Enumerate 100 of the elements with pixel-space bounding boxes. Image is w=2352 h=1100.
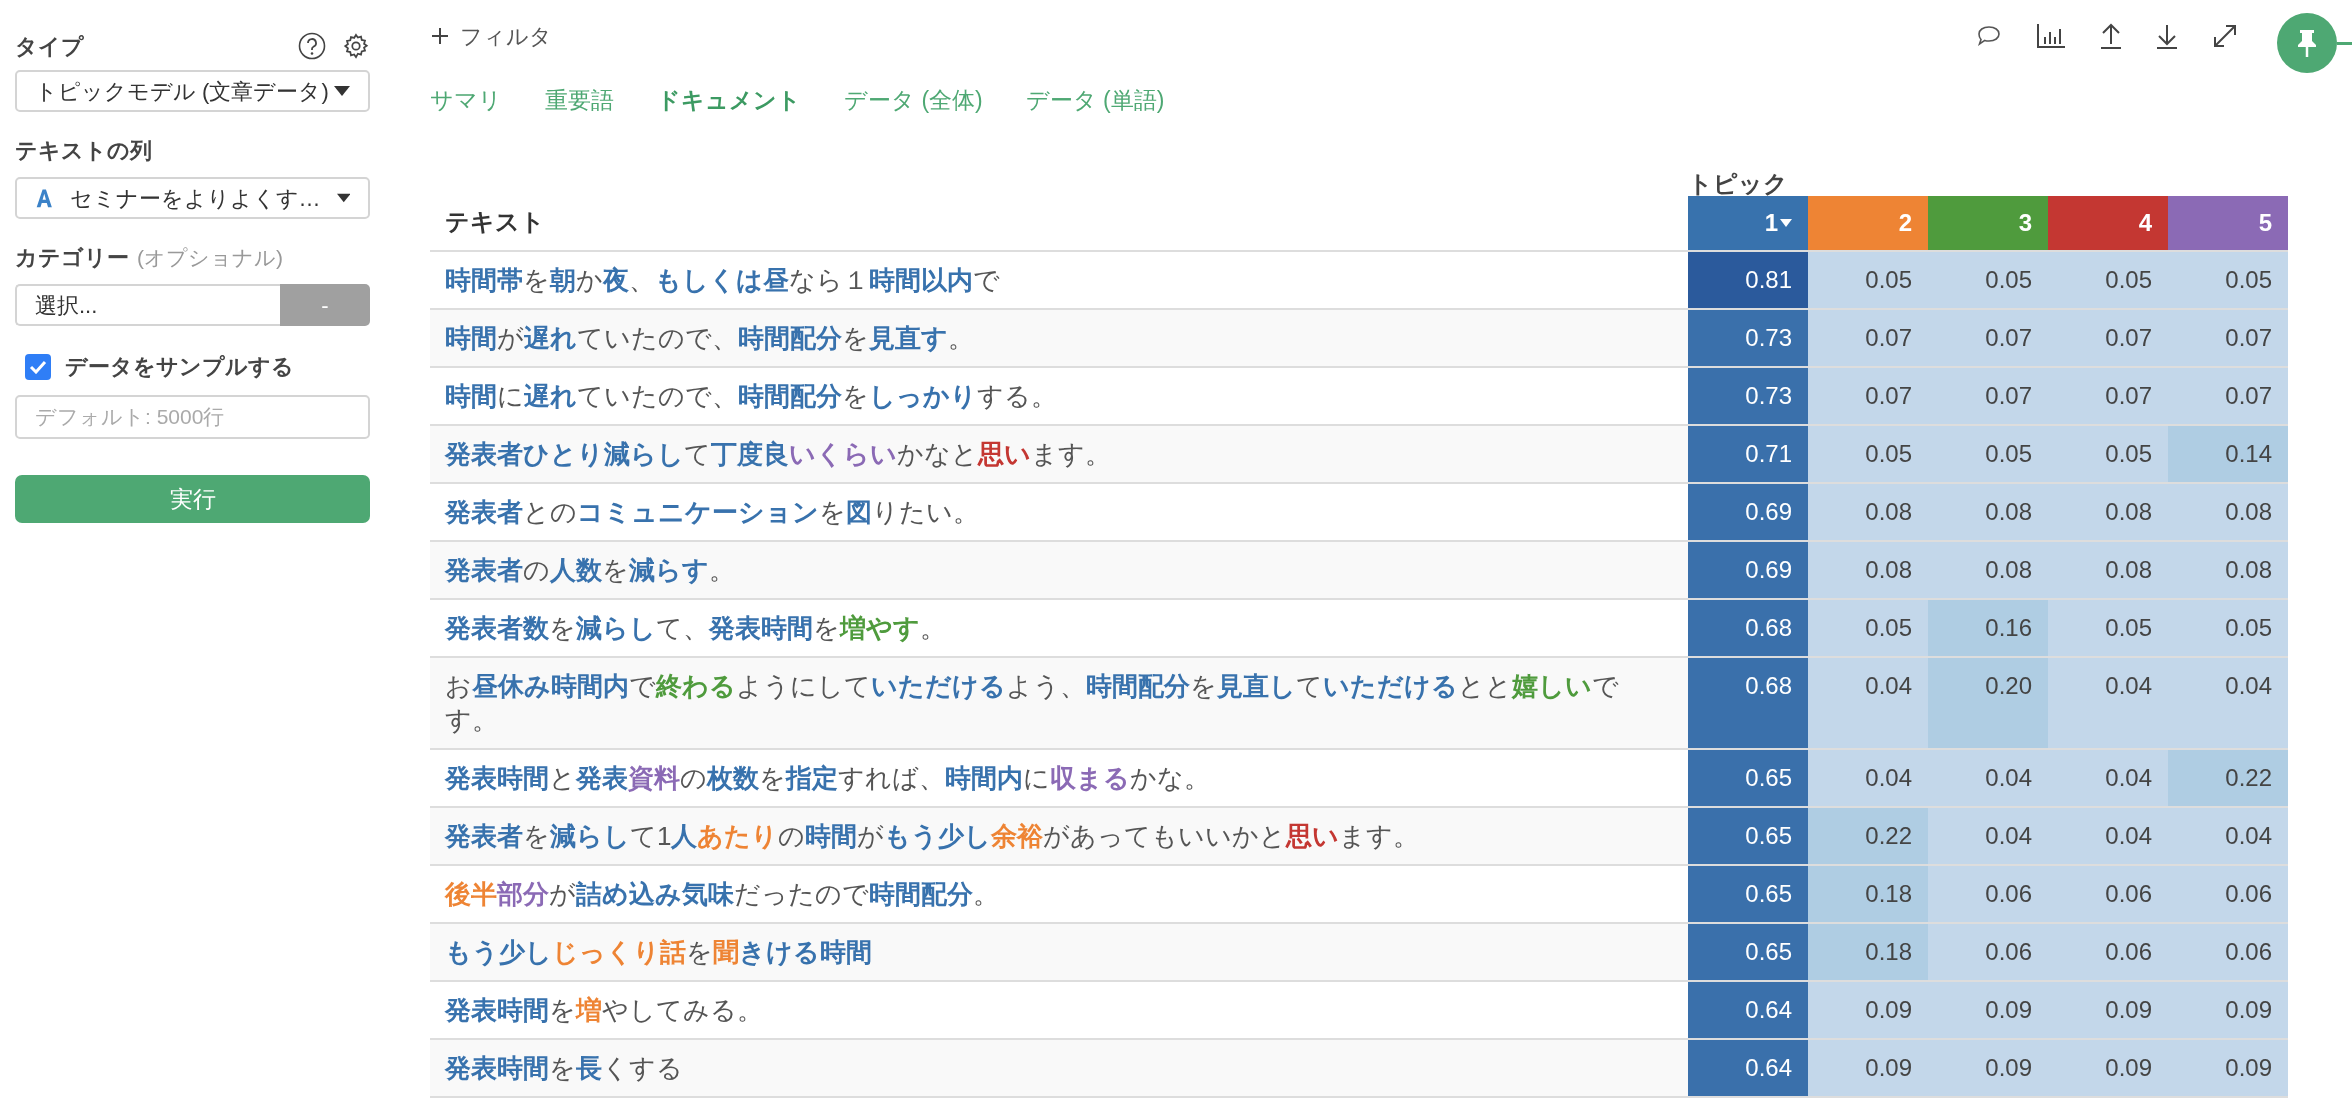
score-cell: 0.08	[1808, 484, 1928, 540]
clear-button[interactable]: -	[280, 284, 370, 326]
topic-column-header[interactable]: 2	[1808, 196, 1928, 250]
score-cell: 0.65	[1688, 808, 1808, 864]
column-header[interactable]: テキスト	[445, 204, 545, 240]
score-cell: 0.81	[1688, 252, 1808, 308]
type-select[interactable]: トピックモデル (文章データ)	[15, 70, 370, 112]
score-cell: 0.05	[1808, 426, 1928, 482]
topic-column-header[interactable]: 1	[1688, 196, 1808, 250]
document-text: 発表者の人数を減らす。	[445, 554, 736, 587]
help-icon[interactable]	[298, 32, 326, 60]
score-cell: 0.04	[2048, 750, 2168, 806]
score-cell: 0.18	[1808, 924, 1928, 980]
score-cell: 0.05	[1928, 252, 2048, 308]
score-cell: 0.71	[1688, 426, 1808, 482]
score-cell: 0.09	[2168, 982, 2288, 1038]
score-cell: 0.04	[2168, 808, 2288, 864]
score-cell: 0.08	[1808, 542, 1928, 598]
score-cell: 0.20	[1928, 658, 2048, 748]
upload-icon[interactable]	[2100, 23, 2122, 49]
score-cell: 0.04	[1808, 750, 1928, 806]
score-cell: 0.64	[1688, 982, 1808, 1038]
score-cell: 0.08	[2168, 484, 2288, 540]
settings-icon[interactable]	[342, 32, 370, 60]
score-cell: 0.65	[1688, 866, 1808, 922]
document-text: 発表時間を増やしてみる。	[445, 994, 764, 1027]
document-text: 発表時間と発表資料の枚数を指定すれば、時間内に収まるかな。	[445, 762, 1211, 795]
score-cell: 0.05	[2048, 600, 2168, 656]
score-cell: 0.68	[1688, 658, 1808, 748]
score-cell: 0.05	[2048, 252, 2168, 308]
score-cell: 0.04	[2048, 808, 2168, 864]
bar-chart-icon[interactable]	[2036, 23, 2066, 49]
pin-button[interactable]	[2277, 13, 2337, 73]
score-cell: 0.06	[2048, 924, 2168, 980]
score-cell: 0.06	[1928, 924, 2048, 980]
document-text: 発表者ひとり減らして丁度良いくらいかなと思い ます。	[445, 438, 1112, 471]
run-button[interactable]: 実行	[15, 475, 370, 523]
category-select[interactable]: 選択...	[15, 284, 280, 326]
topic-column-header[interactable]: 3	[1928, 196, 2048, 250]
type-label: タイプ	[15, 32, 84, 61]
score-cell: 0.09	[1808, 1040, 1928, 1096]
caret-icon	[336, 193, 350, 203]
score-cell: 0.06	[2048, 866, 2168, 922]
score-cell: 0.05	[2048, 426, 2168, 482]
score-cell: 0.05	[1808, 252, 1928, 308]
score-cell: 0.04	[1928, 808, 2048, 864]
document-text: お昼休み時間内で終わる ようにしていただける よう、時間配分を見直していただける とと嬉しいです。	[445, 670, 1620, 737]
score-cell: 0.07	[1928, 368, 2048, 424]
score-cell: 0.08	[1928, 484, 2048, 540]
score-cell: 0.69	[1688, 484, 1808, 540]
document-text: 発表者数を減らして、発表時間を増やす。	[445, 612, 947, 645]
tab[interactable]: サマリ	[430, 82, 502, 118]
score-cell: 0.16	[1928, 600, 2048, 656]
sort-caret-icon	[1780, 219, 1792, 227]
score-cell: 0.09	[2048, 1040, 2168, 1096]
score-cell: 0.14	[2168, 426, 2288, 482]
sample-checkbox[interactable]	[25, 353, 51, 380]
document-text: 時間が遅れていたので、時間配分を見直す。	[445, 322, 975, 355]
document-text: 発表時間を長 くする	[445, 1052, 684, 1085]
filter-button[interactable]: フィルタ	[430, 19, 552, 53]
text-column-select[interactable]: セミナーをよりよくす…	[15, 177, 370, 219]
score-cell: 0.07	[1808, 368, 1928, 424]
expand-icon[interactable]	[2212, 23, 2238, 49]
score-cell: 0.18	[1808, 866, 1928, 922]
score-cell: 0.08	[2048, 542, 2168, 598]
score-cell: 0.09	[2048, 982, 2168, 1038]
score-cell: 0.65	[1688, 924, 1808, 980]
tab[interactable]: 重要語	[545, 82, 614, 118]
document-text: 時間に遅れていたので、時間配分を しっかり する。	[445, 380, 1058, 413]
score-cell: 0.07	[1928, 310, 2048, 366]
category-label: カテゴリー	[15, 244, 129, 272]
score-cell: 0.73	[1688, 368, 1808, 424]
comment-icon[interactable]	[1976, 24, 2002, 48]
score-cell: 0.09	[1808, 982, 1928, 1038]
document-text: もう少し じっくり話を聞きける時間	[445, 936, 873, 969]
tab[interactable]: データ (単語)	[1025, 82, 1165, 118]
tab[interactable]: ドキュメント	[657, 82, 801, 118]
check-icon	[29, 359, 47, 374]
tab[interactable]: データ (全体)	[844, 82, 983, 118]
score-cell: 0.08	[1928, 542, 2048, 598]
sample-label: データをサンプルする	[65, 353, 294, 381]
score-cell: 0.08	[2168, 542, 2288, 598]
score-cell: 0.05	[2168, 600, 2288, 656]
topic-column-header[interactable]: 4	[2048, 196, 2168, 250]
sample-size-field[interactable]: デフォルト: 5000行	[15, 395, 370, 439]
score-cell: 0.09	[1928, 1040, 2048, 1096]
score-cell: 0.22	[2168, 750, 2288, 806]
score-cell: 0.04	[2168, 658, 2288, 748]
score-cell: 0.69	[1688, 542, 1808, 598]
score-cell: 0.05	[2168, 252, 2288, 308]
download-icon[interactable]	[2156, 23, 2178, 49]
score-cell: 0.07	[2168, 310, 2288, 366]
score-cell: 0.05	[1928, 426, 2048, 482]
score-cell: 0.08	[2048, 484, 2168, 540]
score-cell: 0.04	[2048, 658, 2168, 748]
topic-column-header[interactable]: 5	[2168, 196, 2288, 250]
document-text: 後半部分が詰め込み気味だったので時間配分。	[445, 878, 1000, 911]
document-text: 発表者を減らして1人あたり の時間がもう少し余裕があってもいいかと思い ます。	[445, 820, 1421, 853]
score-cell: 0.04	[1808, 658, 1928, 748]
score-cell: 0.65	[1688, 750, 1808, 806]
